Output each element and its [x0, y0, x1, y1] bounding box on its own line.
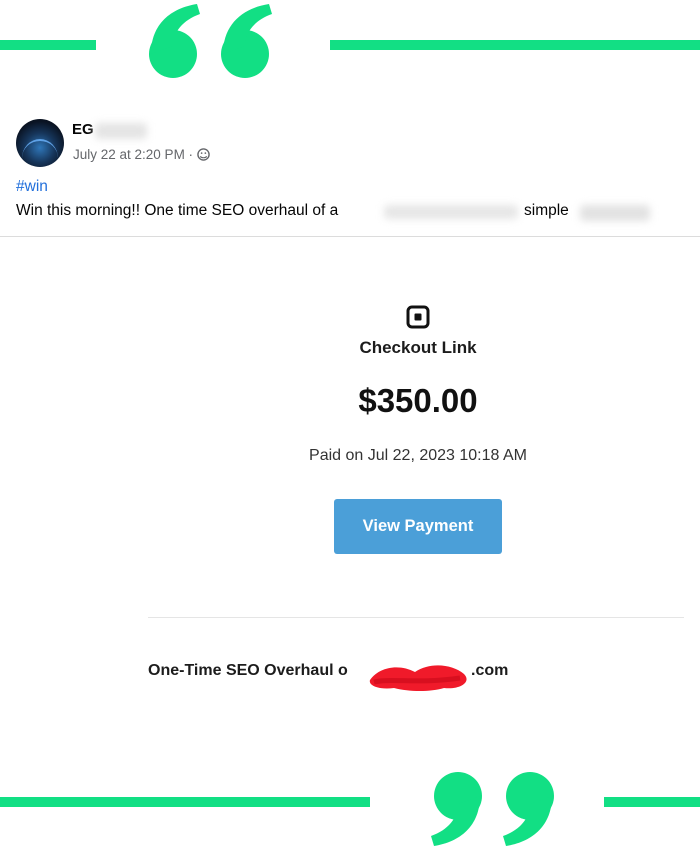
post-text-end: simple: [524, 202, 569, 219]
blurred-text: [384, 205, 518, 219]
view-payment-button[interactable]: View Payment: [334, 499, 502, 554]
post-divider: [0, 236, 700, 237]
post-text: Win this morning!! One time SEO overhaul…: [16, 202, 339, 219]
item-name: One-Time SEO Overhaul o: [148, 662, 348, 679]
poster-name[interactable]: EG: [72, 121, 94, 138]
paid-on-date: Paid on Jul 22, 2023 10:18 AM: [309, 447, 527, 464]
receipt-divider: [148, 617, 684, 618]
blurred-name: [95, 123, 147, 139]
checkout-title: Checkout Link: [359, 338, 477, 357]
payment-amount: $350.00: [358, 382, 478, 419]
globe-icon[interactable]: [197, 148, 210, 161]
square-logo-icon: [406, 305, 430, 329]
redaction-scribble: [369, 665, 467, 691]
blurred-text-end: [580, 205, 650, 221]
hashtag-link[interactable]: #win: [16, 178, 48, 196]
top-left-accent-bar: [0, 40, 96, 50]
close-quote-icon: [431, 772, 554, 846]
open-quote-icon: [149, 4, 272, 78]
post-timestamp[interactable]: July 22 at 2:20 PM ·: [73, 147, 193, 162]
avatar[interactable]: [16, 119, 64, 167]
bottom-left-accent-bar: [0, 797, 370, 807]
post-meta: July 22 at 2:20 PM ·: [73, 147, 210, 162]
top-right-accent-bar: [330, 40, 700, 50]
bottom-right-accent-bar: [604, 797, 700, 807]
item-domain: .com: [471, 662, 509, 679]
